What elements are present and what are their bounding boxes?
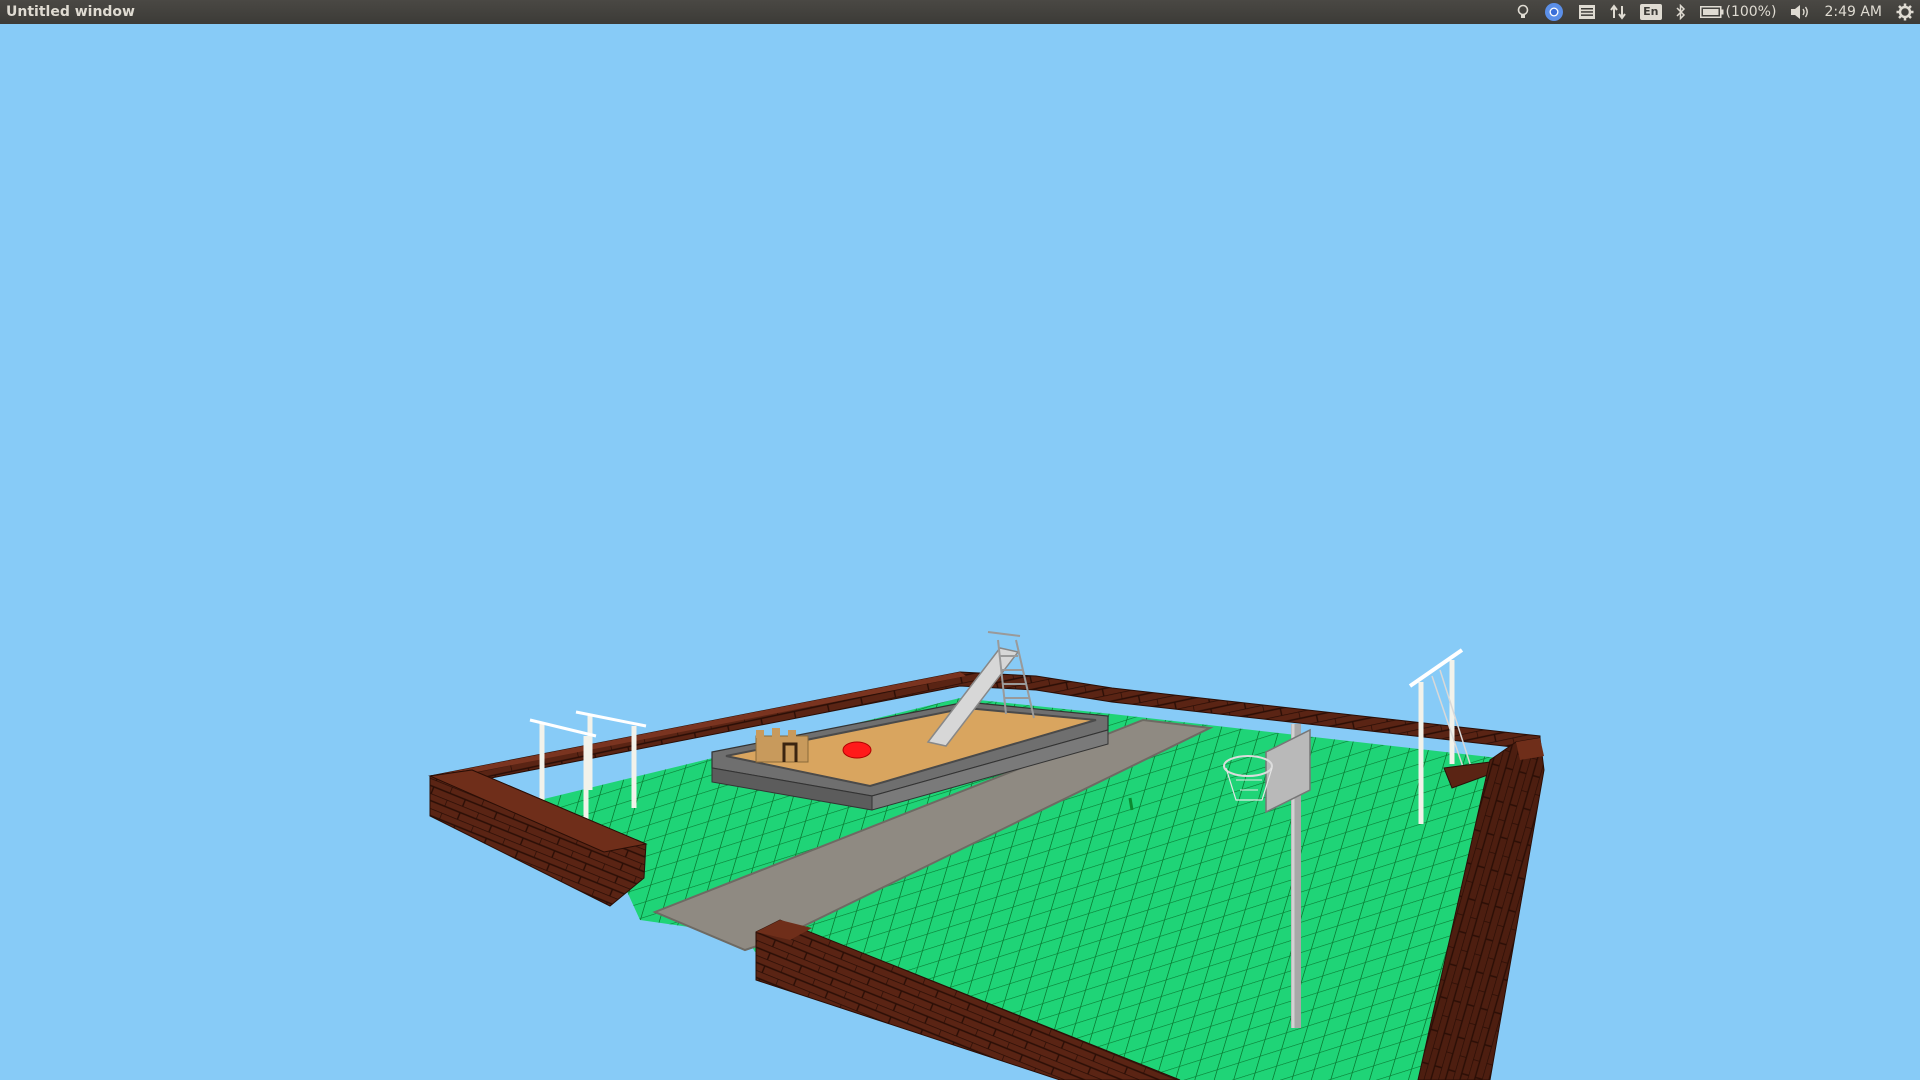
keyboard-layout-icon[interactable]: En — [1640, 0, 1662, 24]
battery-icon — [1699, 6, 1723, 18]
top-panel: Untitled window En (100%) 2:49 AM — [0, 0, 1920, 24]
keyboard-layout-label: En — [1640, 4, 1662, 20]
clock[interactable]: 2:49 AM — [1824, 0, 1882, 24]
lightbulb-icon[interactable] — [1516, 0, 1530, 24]
playground-3d-viewport[interactable] — [0, 24, 1920, 1080]
indicator-area: En (100%) 2:49 AM — [1516, 0, 1914, 24]
red-ball — [842, 741, 872, 759]
battery-indicator[interactable]: (100%) — [1699, 0, 1777, 24]
window-title: Untitled window — [6, 4, 135, 20]
sand-castle — [755, 728, 809, 763]
bluetooth-icon[interactable] — [1675, 0, 1686, 24]
gear-icon[interactable] — [1896, 0, 1914, 24]
network-arrows-icon[interactable] — [1610, 0, 1626, 24]
green-marker — [1128, 797, 1134, 811]
list-icon[interactable] — [1578, 0, 1596, 24]
battery-percentage: (100%) — [1725, 4, 1777, 20]
volume-icon[interactable] — [1790, 0, 1810, 24]
chrome-icon[interactable] — [1544, 0, 1564, 24]
